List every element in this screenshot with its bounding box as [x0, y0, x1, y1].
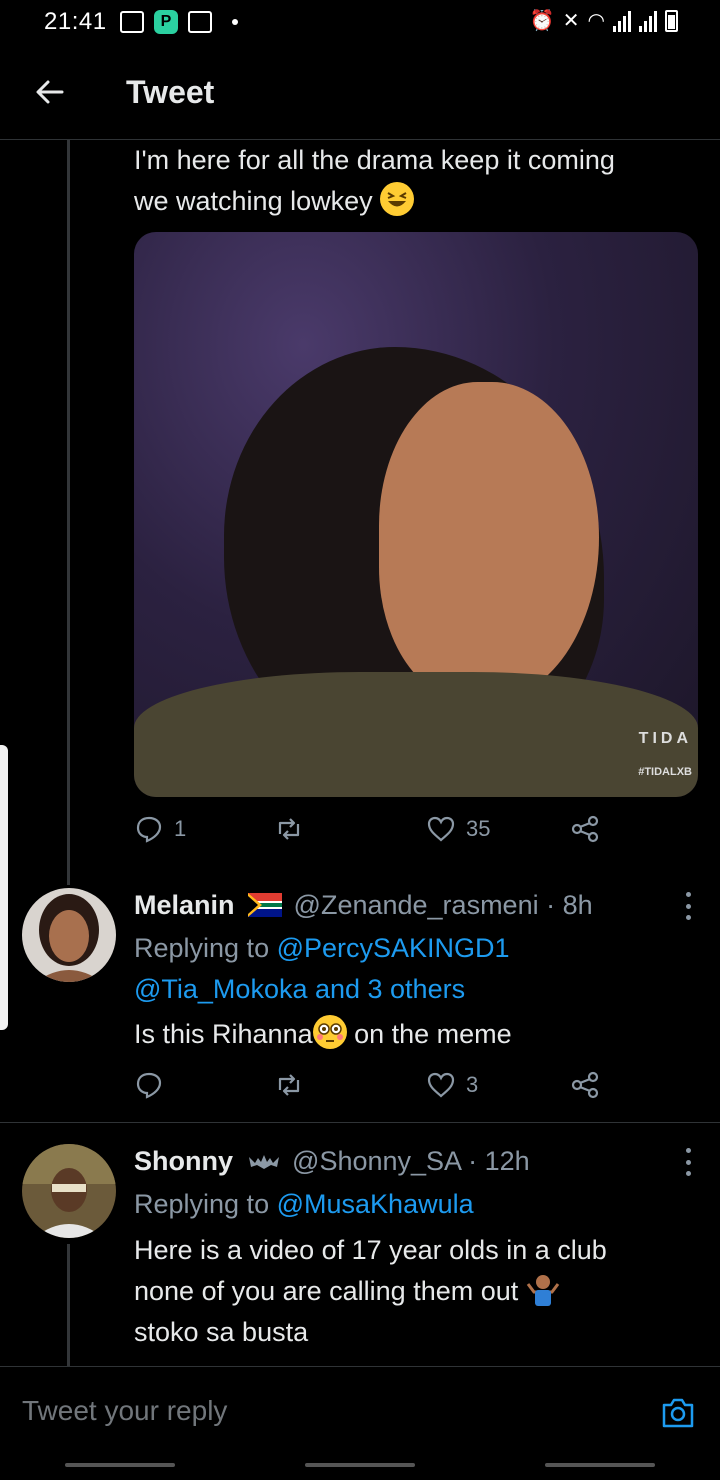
author-name[interactable]: Melanin: [134, 890, 235, 920]
more-notifications-icon: [232, 19, 238, 25]
retweet-icon: [278, 1074, 300, 1096]
retweet-button[interactable]: [274, 814, 304, 844]
grid-notification-icon: [188, 11, 212, 33]
thread-connector: [67, 1244, 70, 1366]
person-shrugging-emoji-icon: [526, 1275, 559, 1306]
tweet-body: I'm here for all the drama keep it comin…: [134, 140, 615, 222]
media-watermark-tag: #TIDALXB: [638, 766, 692, 778]
system-icons: ⏰ ✕ ◠: [530, 8, 678, 33]
reply-body: Is this Rihanna on the meme: [134, 1014, 512, 1055]
alarm-icon: ⏰: [529, 10, 555, 32]
status-time: 21:41: [44, 8, 107, 35]
wifi-icon: ◠: [587, 10, 605, 32]
thread-connector: [67, 140, 70, 885]
tweet-media-image[interactable]: TIDA #TIDALXB: [134, 232, 698, 797]
reply-button[interactable]: [134, 1070, 164, 1100]
like-count: 35: [466, 816, 491, 841]
south-africa-flag-icon: [248, 893, 283, 917]
more-options-icon[interactable]: [684, 892, 692, 920]
like-button[interactable]: 3: [426, 1070, 478, 1100]
like-button[interactable]: 35: [426, 814, 490, 844]
tweet-time: · 12h: [468, 1146, 530, 1176]
page-title: Tweet: [126, 74, 215, 110]
mention-link[interactable]: @MusaKhawula: [277, 1189, 474, 1219]
reply-body: Here is a video of 17 year olds in a clu…: [134, 1230, 607, 1353]
retweet-icon: [278, 818, 300, 840]
signal-icon: [613, 10, 631, 32]
edge-panel-handle[interactable]: [0, 745, 8, 1030]
reply-button[interactable]: 1: [134, 814, 186, 844]
tweet-text-line: stoko sa busta: [134, 1317, 309, 1347]
like-count: 3: [466, 1072, 479, 1097]
nav-back[interactable]: [545, 1463, 655, 1467]
mention-link[interactable]: @Tia_Mokoka and 3 others: [134, 969, 510, 1010]
share-icon: [571, 815, 599, 843]
grinning-squinting-emoji-icon: [380, 182, 415, 216]
flushed-face-emoji-icon: [312, 1015, 347, 1049]
author-handle[interactable]: @Zenande_rasmeni: [294, 890, 539, 920]
tweet-time: · 8h: [546, 890, 593, 920]
more-options-icon[interactable]: [684, 1148, 692, 1176]
mention-link[interactable]: @PercySAKINGD1: [277, 933, 510, 963]
avatar[interactable]: [22, 1144, 116, 1238]
back-arrow-icon[interactable]: [34, 76, 66, 108]
gallery-notification-icon: [120, 11, 144, 33]
reply-icon: [136, 816, 162, 843]
tweet-actions: 1 35: [134, 814, 634, 854]
reply-count: 1: [174, 816, 187, 841]
tweet-text-line: I'm here for all the drama keep it comin…: [134, 145, 615, 175]
battery-icon: [665, 9, 678, 32]
reply-author-row: Melanin @Zenande_rasmeni · 8h: [134, 890, 593, 921]
replying-to-line: Replying to @PercySAKINGD1: [134, 933, 510, 963]
reply-icon: [136, 1072, 162, 1099]
nav-home[interactable]: [305, 1463, 415, 1467]
share-button[interactable]: [570, 1070, 600, 1100]
image-shirt-shape: [134, 672, 698, 797]
heart-icon: [427, 1072, 455, 1098]
top-app-bar: Tweet: [0, 52, 720, 140]
avatar[interactable]: [22, 888, 116, 982]
share-button[interactable]: [570, 814, 600, 844]
author-handle[interactable]: @Shonny_SA: [292, 1146, 461, 1176]
reply-author-row: Shonny @Shonny_SA · 12h: [134, 1146, 530, 1177]
reply-composer: Tweet your reply: [0, 1366, 720, 1480]
signal-icon-2: [639, 10, 657, 32]
replying-to: Replying to @PercySAKINGD1 @Tia_Mokoka a…: [134, 928, 510, 1010]
system-nav-bar: [0, 1463, 720, 1467]
tweet-text-line: none of you are calling them out: [134, 1271, 607, 1312]
app-notification-icon: P: [154, 10, 178, 34]
author-name[interactable]: Shonny: [134, 1146, 233, 1176]
retweet-button[interactable]: [274, 1070, 304, 1100]
bat-emoji-icon: [248, 1155, 279, 1169]
replying-to: Replying to @MusaKhawula: [134, 1189, 474, 1219]
reply-divider: [0, 1122, 720, 1123]
nav-recents[interactable]: [65, 1463, 175, 1467]
reply-input[interactable]: Tweet your reply: [22, 1395, 227, 1427]
notification-icons: P: [120, 10, 238, 34]
status-bar: 21:41 P ⏰ ✕ ◠: [0, 0, 720, 44]
share-icon: [571, 1071, 599, 1099]
mute-icon: ✕: [562, 10, 580, 32]
heart-icon: [427, 816, 455, 842]
reply-actions: 3: [134, 1070, 634, 1110]
tweet-text-line: we watching lowkey: [134, 181, 615, 222]
tweet-text-line: Here is a video of 17 year olds in a clu…: [134, 1235, 607, 1265]
media-watermark: TIDA: [638, 730, 692, 747]
camera-icon[interactable]: [660, 1395, 696, 1431]
